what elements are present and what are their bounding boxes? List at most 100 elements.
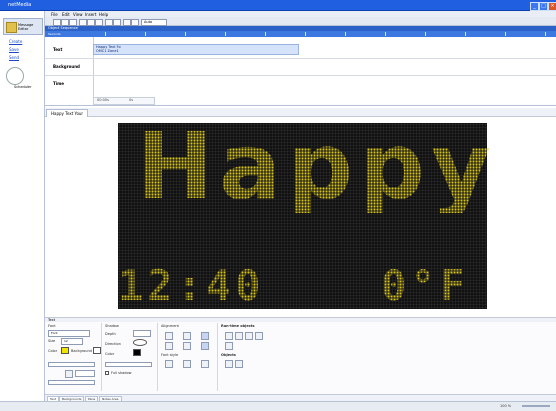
shadow-color-swatch[interactable]: [133, 349, 141, 356]
stop-icon[interactable]: [131, 19, 139, 26]
create-link[interactable]: Create: [9, 39, 22, 44]
row-background-label[interactable]: Background: [53, 64, 80, 69]
new-icon[interactable]: [53, 19, 61, 26]
run-time-time-icon[interactable]: [235, 332, 243, 340]
open-icon[interactable]: [61, 19, 69, 26]
close-button[interactable]: ×: [548, 2, 556, 11]
shadow-direction-dial[interactable]: [133, 339, 147, 346]
font-size-value: 12: [64, 339, 68, 343]
timeline-tick: [345, 32, 346, 36]
spacing-select[interactable]: [75, 370, 95, 377]
run-time-extra-icon[interactable]: [225, 342, 233, 350]
font-slider[interactable]: [48, 362, 95, 367]
timeline-tick: [385, 32, 386, 36]
move-icon[interactable]: [65, 370, 73, 378]
full-shadow-checkbox[interactable]: [105, 371, 109, 375]
save-icon[interactable]: [69, 19, 77, 26]
insert-text-object-icon[interactable]: [225, 360, 233, 368]
font-color-label: Color: [48, 349, 58, 353]
track-item-2: OMC1 Zone1: [96, 49, 119, 53]
document-tab[interactable]: Happy Text Your: [46, 109, 89, 117]
run-time-date-icon[interactable]: [225, 332, 233, 340]
align-left-icon[interactable]: [165, 332, 173, 340]
timeline-tick: [185, 32, 186, 36]
align-middle-icon[interactable]: [183, 342, 191, 350]
timeline-status: 00:00s 0s: [93, 97, 155, 105]
objects-section-label: Objects: [221, 353, 236, 357]
timeline-tick: [265, 32, 266, 36]
shadow-section-label: Shadow: [105, 324, 119, 328]
font-section-label: Font: [48, 324, 56, 328]
status-zoom: 100 %: [500, 404, 512, 408]
scheduler-clock-icon[interactable]: [6, 67, 24, 85]
shadow-color-label: Color: [105, 352, 115, 356]
shadow-slider[interactable]: [105, 362, 152, 367]
font-color-swatch[interactable]: [61, 347, 69, 354]
row-divider: [45, 75, 556, 76]
align-bottom-icon[interactable]: [201, 342, 209, 350]
insert-image-object-icon[interactable]: [235, 360, 243, 368]
shadow-depth-label: Depth: [105, 332, 116, 336]
led-main-text: Happy: [136, 113, 497, 220]
align-center-icon[interactable]: [183, 332, 191, 340]
timeline-tick: [225, 32, 226, 36]
message-editor-icon: [6, 22, 17, 33]
message-editor-button[interactable]: Message Editor: [3, 18, 43, 35]
scheduler-label[interactable]: Scheduler: [14, 85, 32, 89]
zoom-slider[interactable]: [522, 405, 550, 407]
align-top-icon[interactable]: [165, 342, 173, 350]
timeline-tick: [425, 32, 426, 36]
panel-divider: [101, 323, 102, 391]
underline-icon[interactable]: [201, 360, 209, 368]
cut-icon[interactable]: [79, 19, 87, 26]
led-display-preview[interactable]: Happy 12:40 0°F: [118, 121, 491, 310]
bold-icon[interactable]: [165, 360, 173, 368]
full-shadow-label: Full shadow: [111, 371, 132, 375]
timeline-tick: [105, 32, 106, 36]
status-bar: 100 %: [0, 401, 556, 411]
object-row-labels: Text Background Time: [45, 37, 94, 97]
spacing-slider[interactable]: [48, 380, 95, 385]
object-sequence-title: Object Sequence: [48, 26, 78, 30]
zoom-select-value: Auto: [144, 20, 153, 24]
run-time-counter-icon[interactable]: [255, 332, 263, 340]
text-track-item[interactable]: Happy Text Fo OMC1 Zone1: [93, 44, 299, 55]
font-size-label: Size: [48, 339, 56, 343]
run-time-temp-icon[interactable]: [245, 332, 253, 340]
shadow-depth-select[interactable]: [133, 330, 151, 337]
window-title: netMedia: [8, 2, 32, 8]
save-link[interactable]: Save: [9, 47, 19, 52]
run-time-objects-label: Run-time objects: [221, 324, 255, 328]
minimize-button[interactable]: _: [530, 2, 539, 11]
timeline-label: Seconds: [48, 32, 61, 36]
timeline-tick: [145, 32, 146, 36]
timeline-tick: [545, 32, 546, 36]
row-time-label[interactable]: Time: [53, 81, 64, 86]
background-color-swatch[interactable]: [93, 347, 101, 354]
text-properties-panel: Font Font Size 12 Color Background Shado…: [45, 322, 556, 394]
shadow-direction-label: Direction: [105, 342, 121, 346]
panel-divider: [157, 323, 158, 391]
panel-divider: [217, 323, 218, 391]
send-link[interactable]: Send: [9, 55, 19, 60]
timeline-start: 00:00s: [97, 98, 109, 102]
undo-icon[interactable]: [105, 19, 113, 26]
font-select[interactable]: Font: [48, 330, 90, 337]
led-temperature-text: 0°F: [381, 261, 469, 310]
led-clock-text: 12:40: [118, 261, 265, 310]
timeline-tick: [305, 32, 306, 36]
play-icon[interactable]: [123, 19, 131, 26]
title-bar: netMedia _ □ ×: [0, 0, 556, 11]
redo-icon[interactable]: [113, 19, 121, 26]
align-right-icon[interactable]: [201, 332, 209, 340]
copy-icon[interactable]: [87, 19, 95, 26]
font-style-label: Font style: [161, 353, 179, 357]
message-editor-label: Message Editor: [18, 23, 34, 31]
italic-icon[interactable]: [183, 360, 191, 368]
paste-icon[interactable]: [95, 19, 103, 26]
maximize-button[interactable]: □: [539, 2, 548, 11]
zoom-select[interactable]: Auto: [141, 19, 167, 26]
font-size-select[interactable]: 12: [61, 338, 83, 345]
toolbar: Auto: [45, 17, 556, 26]
row-text-label[interactable]: Text: [53, 47, 62, 52]
